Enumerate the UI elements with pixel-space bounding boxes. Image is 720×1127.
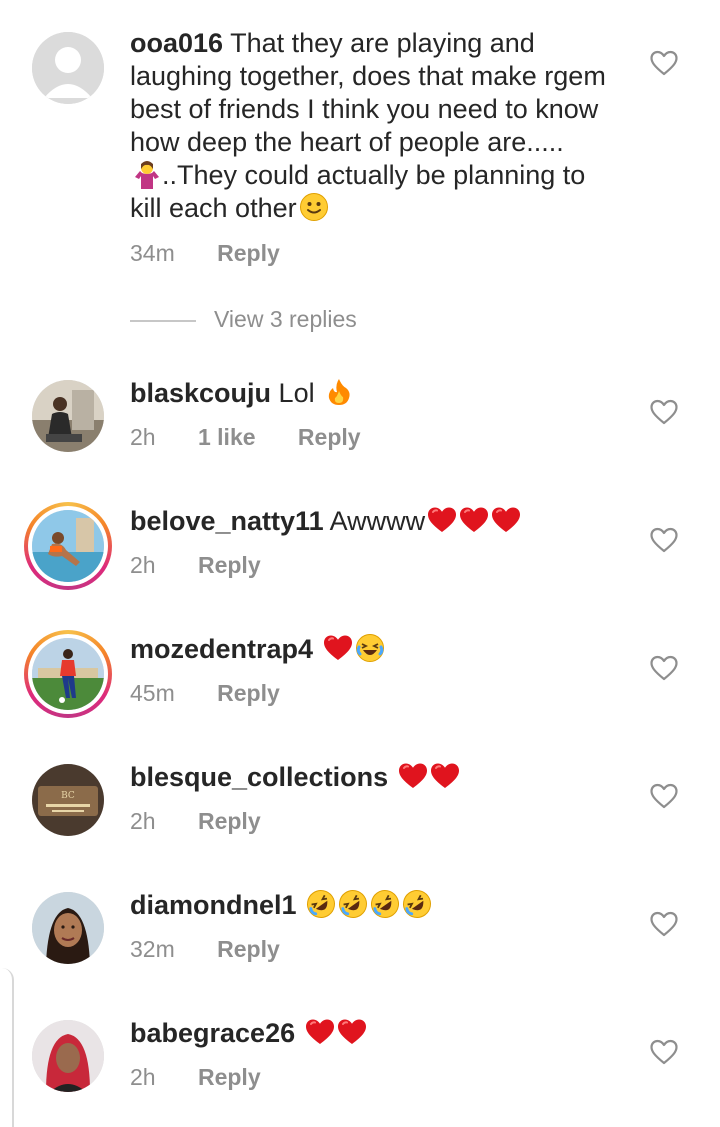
- story-ring[interactable]: [24, 502, 112, 590]
- comment-text: babegrace26: [130, 1017, 640, 1050]
- red-heart-emoji: [491, 505, 521, 535]
- face-with-tears-of-joy-emoji: [355, 633, 385, 663]
- rolling-on-floor-laughing-emoji: [402, 889, 432, 919]
- comment-username[interactable]: belove_natty11: [130, 506, 324, 536]
- comment-meta: 32m Reply: [130, 936, 280, 963]
- like-heart-icon[interactable]: [650, 783, 678, 809]
- rolling-on-floor-laughing-emoji: [370, 889, 400, 919]
- avatar[interactable]: [32, 380, 104, 452]
- comment-meta: 2h Reply: [130, 808, 261, 835]
- comment-text: blesque_collections: [130, 761, 640, 794]
- like-heart-icon[interactable]: [650, 1039, 678, 1065]
- avatar: [32, 510, 104, 582]
- like-heart-icon[interactable]: [650, 527, 678, 553]
- slightly-smiling-face-emoji: [299, 192, 329, 222]
- person-shrugging-emoji: [132, 159, 162, 189]
- reply-button[interactable]: Reply: [217, 680, 280, 707]
- red-heart-emoji: [305, 1017, 335, 1047]
- avatar[interactable]: [32, 892, 104, 964]
- comment-meta: 45m Reply: [130, 680, 280, 707]
- comment-text: ooa016 That they are playing and laughin…: [130, 28, 606, 223]
- rolling-on-floor-laughing-emoji: [338, 889, 368, 919]
- like-heart-icon[interactable]: [650, 655, 678, 681]
- like-heart-icon[interactable]: [650, 399, 678, 425]
- avatar: [32, 638, 104, 710]
- screen-edge-divider: [0, 968, 14, 1127]
- comment-username[interactable]: babegrace26: [130, 1018, 295, 1048]
- comment-time: 34m: [130, 240, 175, 266]
- reply-button[interactable]: Reply: [198, 808, 261, 835]
- avatar[interactable]: [32, 1020, 104, 1092]
- red-heart-emoji: [459, 505, 489, 535]
- comment-time: 45m: [130, 680, 175, 706]
- red-heart-emoji: [430, 761, 460, 791]
- comment-time: 2h: [130, 808, 156, 834]
- view-replies-label[interactable]: View 3 replies: [214, 306, 357, 333]
- comment-meta: 34m Reply: [130, 240, 280, 267]
- red-heart-emoji: [398, 761, 428, 791]
- red-heart-emoji: [427, 505, 457, 535]
- comment-text: belove_natty11 Awwww: [130, 505, 640, 538]
- comment-username[interactable]: ooa016: [130, 28, 223, 58]
- comment-username[interactable]: blaskcouju: [130, 378, 271, 408]
- like-heart-icon[interactable]: [650, 911, 678, 937]
- comment-time: 2h: [130, 1064, 156, 1090]
- reply-button[interactable]: Reply: [298, 424, 361, 451]
- comment-time: 32m: [130, 936, 175, 962]
- comment-meta: 2h Reply: [130, 552, 261, 579]
- comment-time: 2h: [130, 424, 156, 450]
- comment-meta: 2h Reply: [130, 1064, 261, 1091]
- reply-button[interactable]: Reply: [217, 936, 280, 963]
- fire-emoji: [324, 377, 354, 407]
- rolling-on-floor-laughing-emoji: [306, 889, 336, 919]
- avatar[interactable]: BC: [32, 764, 104, 836]
- reply-button[interactable]: Reply: [198, 552, 261, 579]
- comment-username[interactable]: blesque_collections: [130, 762, 388, 792]
- red-heart-emoji: [337, 1017, 367, 1047]
- story-ring[interactable]: [24, 630, 112, 718]
- comment-meta: 2h 1 like Reply: [130, 424, 361, 451]
- comment-text: mozedentrap4: [130, 633, 640, 666]
- comment-text: blaskcouju Lol: [130, 377, 640, 410]
- red-heart-emoji: [323, 633, 353, 663]
- comment-time: 2h: [130, 552, 156, 578]
- comment-text: diamondnel1: [130, 889, 640, 922]
- reply-button[interactable]: Reply: [198, 1064, 261, 1091]
- default-profile-icon[interactable]: [32, 32, 104, 104]
- replies-divider: [130, 320, 196, 322]
- comment-username[interactable]: mozedentrap4: [130, 634, 313, 664]
- reply-button[interactable]: Reply: [217, 240, 280, 267]
- comment-username[interactable]: diamondnel1: [130, 890, 297, 920]
- svg-text:BC: BC: [61, 791, 75, 801]
- likes-count[interactable]: 1 like: [198, 424, 256, 451]
- like-heart-icon[interactable]: [650, 50, 678, 76]
